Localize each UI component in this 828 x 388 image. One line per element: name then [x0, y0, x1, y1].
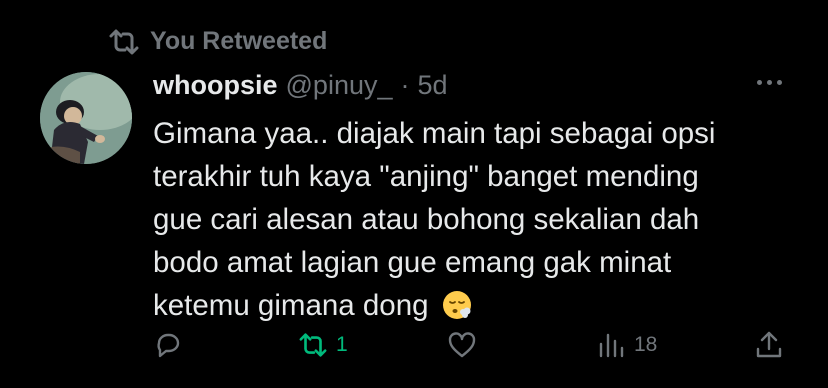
retweet-icon — [109, 29, 139, 54]
avatar[interactable] — [40, 72, 132, 164]
retweet-banner-label: You Retweeted — [150, 27, 328, 55]
timestamp[interactable]: 5d — [418, 70, 448, 101]
tweet-header: whoopsie @pinuy_ · 5d — [153, 70, 448, 101]
share-button[interactable] — [754, 330, 784, 360]
tweet-text: Gimana yaa.. diajak main tapi sebagai op… — [153, 112, 783, 327]
reply-icon — [157, 333, 180, 358]
retweet-button[interactable]: 1 — [298, 330, 348, 360]
separator-dot: · — [400, 70, 410, 100]
retweet-count: 1 — [336, 333, 348, 356]
retweet-icon — [299, 333, 327, 357]
handle[interactable]: @pinuy_ — [286, 70, 393, 101]
like-button[interactable] — [447, 330, 485, 360]
more-options-icon[interactable] — [757, 80, 782, 85]
tweet-text-content: Gimana yaa.. diajak main tapi sebagai op… — [153, 117, 716, 322]
retweet-banner[interactable]: You Retweeted — [108, 27, 327, 56]
display-name[interactable]: whoopsie — [153, 70, 278, 101]
views-count: 18 — [634, 333, 658, 356]
reply-button[interactable] — [153, 330, 191, 360]
heart-icon — [448, 332, 476, 358]
tweet-actions: 1 18 — [0, 330, 828, 370]
face-exhaling-emoji — [442, 291, 471, 319]
share-icon — [756, 331, 782, 358]
views-icon — [599, 333, 624, 358]
views-button[interactable]: 18 — [596, 330, 657, 360]
